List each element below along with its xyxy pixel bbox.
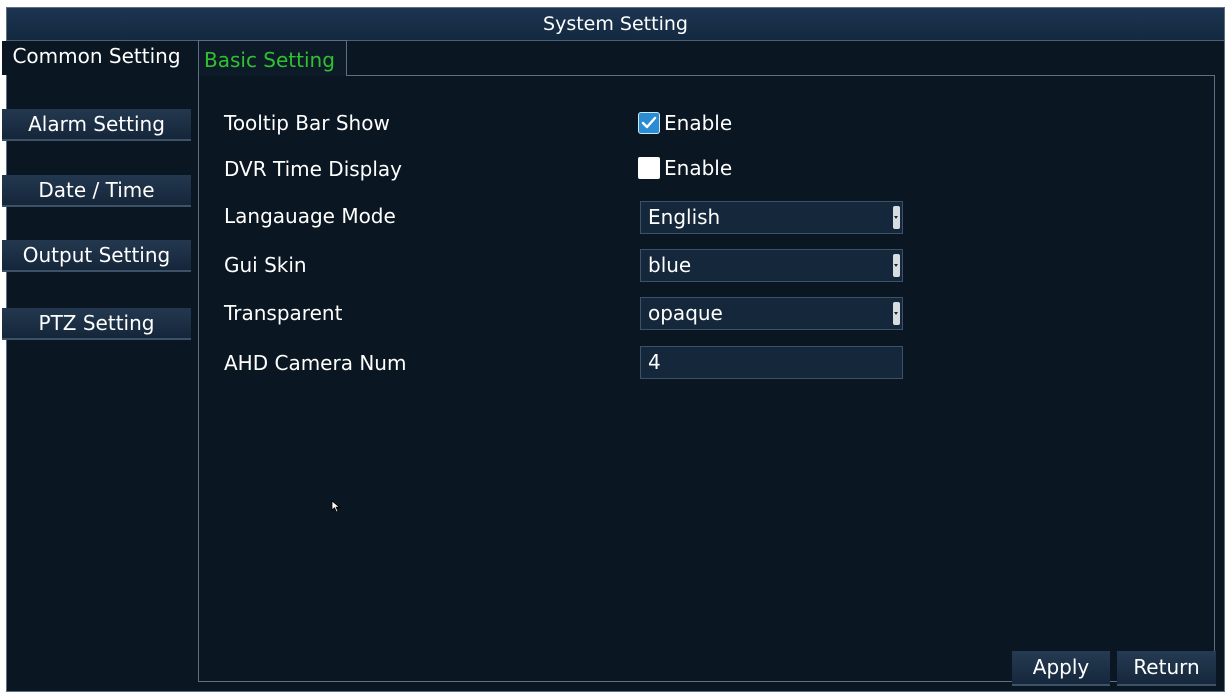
dropdown-arrow-icon bbox=[893, 206, 900, 229]
sidebar-item-ptz-setting[interactable]: PTZ Setting bbox=[2, 308, 191, 340]
window-title: System Setting bbox=[7, 8, 1224, 41]
dvr-time-display-checkbox[interactable]: Enable bbox=[638, 155, 732, 181]
sidebar-item-date-time[interactable]: Date / Time bbox=[2, 175, 191, 207]
dropdown-arrow-icon bbox=[893, 254, 900, 277]
tab-basic-setting[interactable]: Basic Setting bbox=[198, 40, 347, 76]
sidebar-item-alarm-setting[interactable]: Alarm Setting bbox=[2, 109, 191, 141]
mouse-cursor-icon bbox=[331, 500, 341, 513]
ahd-camera-num-label: AHD Camera Num bbox=[224, 351, 407, 375]
tooltip-bar-show-enable-text: Enable bbox=[664, 111, 733, 135]
dvr-time-display-label: DVR Time Display bbox=[224, 157, 403, 181]
tooltip-bar-show-checkbox[interactable]: Enable bbox=[638, 110, 732, 136]
transparent-label: Transparent bbox=[224, 301, 343, 325]
sidebar-item-output-setting[interactable]: Output Setting bbox=[2, 240, 191, 272]
ahd-camera-num-field[interactable]: 4 bbox=[640, 346, 903, 379]
return-button[interactable]: Return bbox=[1117, 651, 1216, 686]
language-mode-select[interactable]: English bbox=[640, 201, 903, 234]
checkbox-unchecked-icon bbox=[638, 157, 660, 179]
checkbox-checked-icon bbox=[638, 112, 660, 134]
transparent-value: opaque bbox=[648, 301, 723, 325]
dvr-time-display-enable-text: Enable bbox=[664, 156, 733, 180]
gui-skin-select[interactable]: blue bbox=[640, 249, 903, 282]
language-mode-label: Langauage Mode bbox=[224, 204, 396, 228]
apply-button[interactable]: Apply bbox=[1012, 651, 1110, 686]
sidebar-item-common-setting[interactable]: Common Setting bbox=[2, 41, 191, 75]
tooltip-bar-show-label: Tooltip Bar Show bbox=[224, 111, 390, 135]
gui-skin-label: Gui Skin bbox=[224, 253, 307, 277]
transparent-select[interactable]: opaque bbox=[640, 297, 903, 330]
language-mode-value: English bbox=[648, 205, 721, 229]
gui-skin-value: blue bbox=[648, 253, 692, 277]
check-icon bbox=[641, 116, 657, 129]
dropdown-arrow-icon bbox=[893, 302, 900, 325]
